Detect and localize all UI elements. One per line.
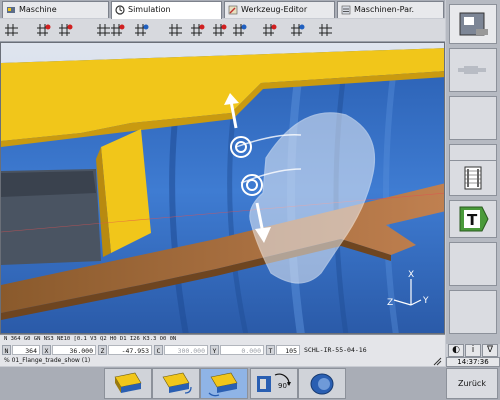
rotate-90-softkey[interactable]: 90° (250, 368, 298, 399)
film-softkey[interactable] (449, 160, 497, 196)
simulation-icon (115, 5, 125, 15)
coord-label-n: N (2, 345, 11, 355)
app-window: Maschine Simulation Werkzeug-Editor Masc… (0, 0, 500, 400)
coord-value-n: 364 (12, 345, 40, 355)
svg-text:Z: Z (387, 298, 393, 308)
film-icon (464, 166, 482, 190)
status-area: N 364 G0 GN NS3 NE10 [0.1 V3 Q2 H0 D1 I2… (0, 334, 445, 366)
machine-icon (7, 7, 15, 13)
info-button[interactable]: i (465, 344, 481, 357)
coord-label-x: X (42, 345, 51, 355)
tab-werkzeug-editor[interactable]: Werkzeug-Editor (224, 1, 335, 18)
machine-params-icon (341, 5, 351, 15)
coord-label-t: T (266, 345, 275, 355)
cylinder-view-icon (310, 373, 334, 395)
tool-t-icon: T (459, 206, 489, 232)
cylinder-view-softkey[interactable] (298, 368, 346, 399)
tab-maschinen-par[interactable]: Maschinen-Par. (337, 1, 444, 18)
coord-value-x: 36.000 (52, 345, 96, 355)
workpiece-rotate-icon (162, 372, 192, 394)
workpiece-view-icon (114, 372, 142, 393)
coord-value-y: 0.000 (220, 345, 264, 355)
softkey-blank-1[interactable] (449, 96, 497, 140)
svg-text:Y: Y (422, 296, 429, 306)
coord-value-z: -47.953 (108, 345, 152, 355)
menu-down-button[interactable]: ∇ (482, 344, 498, 357)
workpiece-3d-icon (208, 372, 238, 397)
view-rotate-softkey[interactable] (152, 368, 200, 399)
tab-bar: Maschine Simulation Werkzeug-Editor Masc… (0, 0, 445, 19)
clock: 14:37:36 (446, 357, 500, 367)
mode-row: ◐ i ∇ (446, 344, 500, 357)
view-side-softkey[interactable] (104, 368, 152, 399)
softkey-blank-3[interactable] (449, 242, 497, 286)
svg-text:X: X (408, 270, 414, 280)
program-name: % 01_Flange_trade_show (1) (4, 357, 91, 364)
plug-icon (458, 66, 486, 74)
softkey-blank-4[interactable] (449, 290, 497, 334)
bottom-softkey-empty-2[interactable] (54, 368, 102, 399)
view-3d-softkey[interactable] (200, 368, 248, 399)
grid-icon[interactable] (212, 23, 228, 37)
bottom-softkey-bar: 90° Zurück (0, 367, 500, 400)
coord-label-y: Y (210, 345, 219, 355)
grid-icon[interactable] (168, 23, 184, 37)
tool-editor-icon (228, 5, 238, 15)
grid-icon[interactable] (4, 23, 20, 37)
cycle-mode-button[interactable]: ◐ (448, 344, 464, 357)
bottom-softkey-empty-1[interactable] (4, 368, 52, 399)
coord-value-c: 300.000 (164, 345, 208, 355)
grid-icon[interactable] (190, 23, 206, 37)
coordinate-row: N 364 X 36.000 Z -47.953 C 300.000 Y 0.0… (2, 345, 367, 355)
coord-label-z: Z (98, 345, 107, 355)
svg-text:90°: 90° (278, 382, 290, 390)
tool-softkey[interactable]: T (449, 200, 497, 238)
coord-value-t: 105 (276, 345, 300, 355)
softkey-disabled-1[interactable] (449, 48, 497, 92)
grid-icon[interactable] (318, 23, 334, 37)
simulation-viewport[interactable]: X Z Y (0, 42, 445, 334)
tab-simulation[interactable]: Simulation (111, 1, 222, 19)
machine-icon (459, 12, 488, 36)
bottom-softkey-empty-4[interactable] (396, 368, 444, 399)
nc-block-line: N 364 G0 GN NS3 NE10 [0.1 V3 Q2 H0 D1 I2… (4, 336, 177, 342)
grid-icon[interactable] (262, 23, 278, 37)
grid-icon[interactable] (58, 23, 74, 37)
resize-icon[interactable] (433, 357, 442, 366)
grid-icon[interactable] (134, 23, 150, 37)
view-toolbar (0, 19, 445, 42)
bottom-softkey-empty-3[interactable] (348, 368, 396, 399)
workpiece-3d-view: X Z Y (1, 43, 444, 333)
grid-icon[interactable] (290, 23, 306, 37)
rotate-90-icon: 90° (257, 373, 291, 392)
coord-label-c: C (154, 345, 163, 355)
machine-mode-softkey[interactable] (449, 4, 497, 44)
tab-maschine[interactable]: Maschine (2, 1, 109, 18)
grid-icon[interactable] (232, 23, 248, 37)
grid-icon[interactable] (36, 23, 52, 37)
tool-name: SCHL-IR-55-04-16 (304, 346, 367, 354)
right-softkey-column: T (446, 0, 500, 344)
grid-icon[interactable] (110, 23, 126, 37)
svg-text:T: T (467, 211, 478, 229)
back-button[interactable]: Zurück (446, 368, 498, 399)
